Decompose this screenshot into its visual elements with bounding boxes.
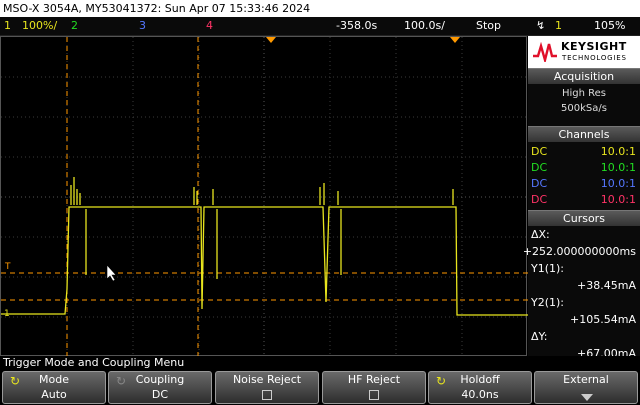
- channels-header[interactable]: Channels: [528, 126, 640, 142]
- ch1-scale[interactable]: 100%/: [22, 17, 57, 35]
- channel-row-3[interactable]: DC 10.0:1: [528, 176, 640, 192]
- cursor-dx-value-row: +252.000000000ms: [522, 245, 636, 258]
- softkey-hf-reject[interactable]: HF Reject: [322, 371, 426, 404]
- cursor-y2-label-row: Y2(1):: [531, 296, 565, 309]
- ch4-number[interactable]: 4: [206, 17, 213, 35]
- acquisition-info: High Res 500kSa/s: [528, 84, 640, 126]
- ch1-number[interactable]: 1: [4, 17, 11, 35]
- cursor-dx-label-row: ΔX:: [531, 228, 550, 241]
- hf-reject-checkbox[interactable]: [369, 390, 379, 400]
- softkey-holdoff[interactable]: ↻ Holdoff 40.0ns: [428, 371, 532, 404]
- cursors-header[interactable]: Cursors: [528, 210, 640, 226]
- softkey-noise-reject[interactable]: Noise Reject: [215, 371, 319, 404]
- time-scale[interactable]: 100.0s/: [404, 17, 445, 35]
- softkey-mode[interactable]: ↻ Mode Auto: [2, 371, 106, 404]
- ch2-number[interactable]: 2: [71, 17, 78, 35]
- acquisition-mode: High Res: [561, 88, 607, 99]
- instrument-title-bar: MSO-X 3054A, MY53041372: Sun Apr 07 15:3…: [0, 0, 640, 17]
- ch3-number[interactable]: 3: [139, 17, 146, 35]
- softkey-coupling[interactable]: ↻ Coupling DC: [108, 371, 212, 404]
- run-state[interactable]: Stop: [476, 17, 501, 35]
- menu-title: Trigger Mode and Coupling Menu: [0, 356, 640, 370]
- mouse-pointer-icon: [106, 264, 117, 282]
- softkey-bar: ↻ Mode Auto ↻ Coupling DC Noise Reject H…: [0, 371, 640, 405]
- waveform-display[interactable]: T 1: [0, 36, 528, 357]
- ch1-ground-marker[interactable]: 1: [4, 309, 10, 319]
- noise-reject-checkbox[interactable]: [262, 390, 272, 400]
- cursor-y1-value-row: +38.45mA: [577, 279, 636, 292]
- cursors-info: ΔX: +252.000000000ms Y1(1): +38.45mA Y2(…: [522, 226, 640, 362]
- logo-sub: TECHNOLOGIES: [562, 54, 627, 62]
- channel-row-4[interactable]: DC 10.0:1: [528, 192, 640, 208]
- sample-rate: 500kSa/s: [561, 103, 607, 114]
- status-bar: 1 100%/ 2 3 4 -358.0s 100.0s/ Stop ↯ 1 1…: [0, 17, 640, 36]
- trigger-source[interactable]: 1: [555, 17, 562, 35]
- keysight-logo: KEYSIGHT TECHNOLOGIES: [528, 36, 640, 68]
- trigger-edge-icon: ↯: [536, 19, 546, 32]
- cursor-y1-label-row: Y1(1):: [531, 262, 565, 275]
- cursor-dy-label-row: ΔY:: [531, 330, 548, 343]
- cursor-y2-value-row: +105.54mA: [570, 313, 636, 326]
- channel-row-2[interactable]: DC 10.0:1: [528, 160, 640, 176]
- channel-row-1[interactable]: DC 10.0:1: [528, 144, 640, 160]
- side-panel: KEYSIGHT TECHNOLOGIES Acquisition High R…: [523, 36, 640, 362]
- time-delay[interactable]: -358.0s: [336, 17, 377, 35]
- logo-brand: KEYSIGHT: [561, 40, 627, 53]
- trigger-position-marker[interactable]: [266, 37, 276, 43]
- acquisition-header[interactable]: Acquisition: [528, 68, 640, 84]
- chevron-down-icon: [581, 394, 593, 401]
- waveform-graticule: [1, 37, 528, 357]
- delay-marker[interactable]: [450, 37, 460, 43]
- channels-list: DC 10.0:1 DC 10.0:1 DC 10.0:1 DC 10.0:1: [528, 142, 640, 210]
- trigger-level-marker[interactable]: T: [5, 262, 11, 272]
- trigger-level[interactable]: 105%: [594, 17, 625, 35]
- softkey-external[interactable]: External: [534, 371, 638, 404]
- keysight-wave-icon: [533, 42, 557, 62]
